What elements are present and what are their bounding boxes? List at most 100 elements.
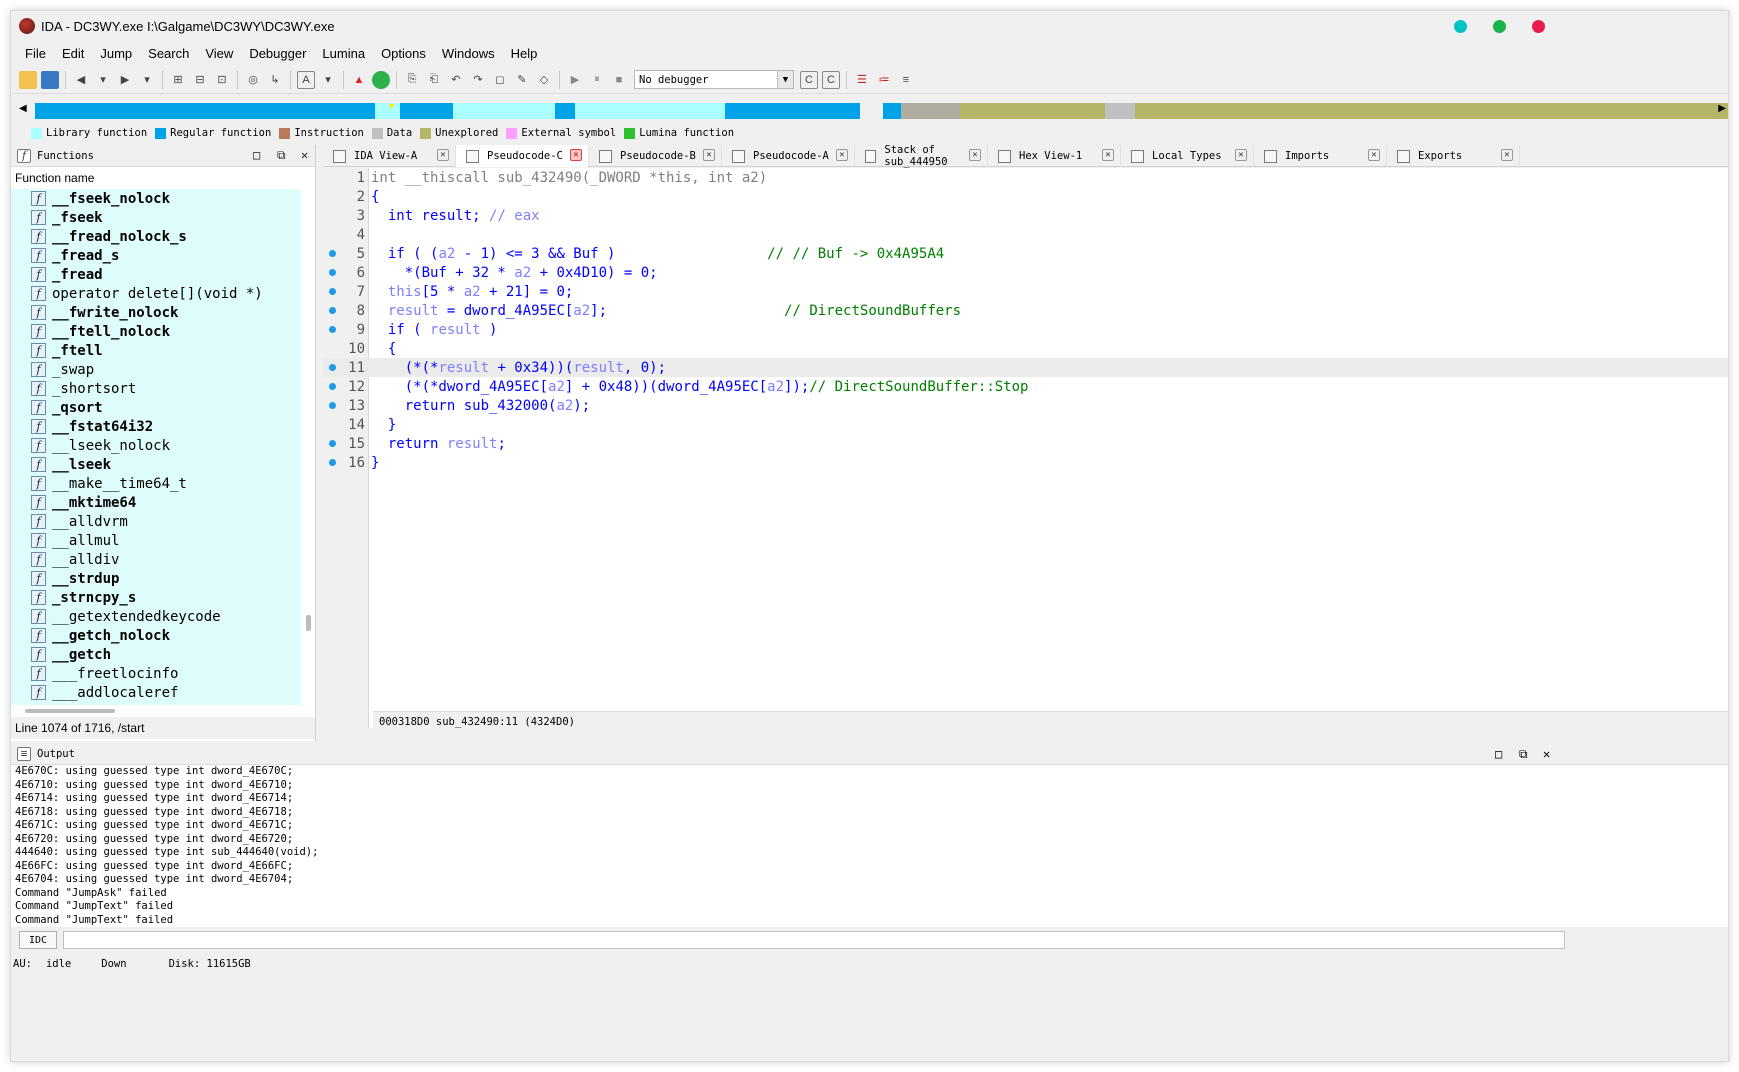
code-line[interactable]: 10 { (323, 339, 1728, 358)
function-list-item[interactable]: f __alldiv (11, 550, 301, 569)
back-arrow-icon[interactable]: ◀ (72, 71, 90, 89)
menu-lumina[interactable]: Lumina (314, 46, 373, 61)
tab-pseudocode-a[interactable]: Pseudocode-A ✕ (722, 145, 855, 167)
function-list-item[interactable]: f __fread_nolock_s (11, 227, 301, 246)
code-line[interactable]: 5 if ( (a2 - 1) <= 3 && Buf ) // // Buf … (323, 244, 1728, 263)
line-marker-dot[interactable] (329, 307, 336, 314)
code-line[interactable]: 15 return result; (323, 434, 1728, 453)
function-list-item[interactable]: f __strdup (11, 569, 301, 588)
line-marker-dot[interactable] (329, 402, 336, 409)
function-list-item[interactable]: f __alldvrm (11, 512, 301, 531)
nav-segment[interactable] (883, 103, 901, 119)
close-panel-icon[interactable]: ✕ (301, 148, 308, 162)
tab-close-icon[interactable]: ✕ (969, 149, 981, 161)
code-line[interactable]: 12 (*(*dword_4A95EC[a2] + 0x48))(dword_4… (323, 377, 1728, 396)
line-marker-dot[interactable] (329, 326, 336, 333)
stop-icon[interactable]: ■ (610, 71, 628, 89)
redo-icon[interactable]: ↷ (469, 71, 487, 89)
function-list-item[interactable]: f ___freetlocinfo (11, 664, 301, 683)
code-line[interactable]: 16} (323, 453, 1728, 472)
copy-icon[interactable]: ⎘ (403, 71, 421, 89)
menu-debugger[interactable]: Debugger (241, 46, 314, 61)
function-list-item[interactable]: f operator delete[](void *) (11, 284, 301, 303)
navigation-bar[interactable] (35, 103, 1728, 119)
code-line[interactable]: 3 int result; // eax (323, 206, 1728, 225)
tab-close-icon[interactable]: ✕ (570, 149, 582, 161)
nav-segment[interactable] (400, 103, 453, 119)
forward-arrow-icon[interactable]: ▶ (116, 71, 134, 89)
close-button[interactable] (1532, 20, 1545, 33)
function-list-hscrollbar[interactable] (25, 709, 115, 713)
navigation-band[interactable]: ◀ ▼ ▶ (11, 95, 1728, 125)
function-list-item[interactable]: f __make__time64_t (11, 474, 301, 493)
function-list-item[interactable]: f _strncpy_s (11, 588, 301, 607)
function-list-item[interactable]: f _fread_s (11, 246, 301, 265)
function-list-scrollbar[interactable] (306, 615, 311, 631)
menu-edit[interactable]: Edit (54, 46, 92, 61)
nav-segment[interactable] (1135, 103, 1728, 119)
maximize-panel-icon[interactable]: □ (1495, 747, 1502, 761)
tab-close-icon[interactable]: ✕ (1102, 149, 1114, 161)
tab-imports[interactable]: Imports ✕ (1254, 145, 1387, 167)
maximize-button[interactable] (1493, 20, 1506, 33)
menu-search[interactable]: Search (140, 46, 197, 61)
code-line[interactable]: 7 this[5 * a2 + 21] = 0; (323, 282, 1728, 301)
function-list-item[interactable]: f _fread (11, 265, 301, 284)
code-line[interactable]: 13 return sub_432000(a2); (323, 396, 1728, 415)
nav-right-arrow-icon[interactable]: ▶ (1718, 103, 1726, 114)
nav-segment[interactable] (901, 103, 960, 119)
code-line[interactable]: 9 if ( result ) (323, 320, 1728, 339)
tab-pseudocode-b[interactable]: Pseudocode-B ✕ (589, 145, 722, 167)
close-panel-icon[interactable]: ✕ (1543, 747, 1550, 761)
tab-close-icon[interactable]: ✕ (703, 149, 715, 161)
list-tree-icon[interactable]: ≡ (897, 71, 915, 89)
code-line[interactable]: 4 (323, 225, 1728, 244)
run-green-icon[interactable] (372, 70, 390, 89)
function-list-item[interactable]: f _shortsort (11, 379, 301, 398)
float-panel-icon[interactable]: ⧉ (277, 148, 286, 163)
code-line[interactable]: 8 result = dword_4A95EC[a2]; // DirectSo… (323, 301, 1728, 320)
idc-language-button[interactable]: IDC (19, 931, 57, 949)
list-breakpoints-icon[interactable]: ≔ (875, 71, 893, 89)
nav-segment[interactable] (735, 103, 860, 119)
menu-options[interactable]: Options (373, 46, 434, 61)
code-line[interactable]: 1 int __thiscall sub_432490(_DWORD *this,… (323, 168, 1728, 187)
function-list-item[interactable]: f __fstat64i32 (11, 417, 301, 436)
menu-jump[interactable]: Jump (92, 46, 140, 61)
tab-local-types[interactable]: Local Types ✕ (1121, 145, 1254, 167)
function-list-item[interactable]: f _qsort (11, 398, 301, 417)
code-line[interactable]: 14 } (323, 415, 1728, 434)
diamond-icon[interactable]: ◇ (535, 71, 553, 89)
text-view-icon[interactable]: ⊟ (191, 71, 209, 89)
menu-windows[interactable]: Windows (434, 46, 503, 61)
nav-segment[interactable] (860, 103, 883, 119)
nav-segment[interactable] (35, 103, 375, 119)
save-icon[interactable] (41, 70, 59, 89)
code-line[interactable]: 6 *(Buf + 32 * a2 + 0x4D10) = 0; (323, 263, 1728, 282)
tab-pseudocode-c[interactable]: Pseudocode-C ✕ (456, 145, 589, 167)
nav-segment[interactable] (453, 103, 555, 119)
text-search-icon[interactable]: A (297, 70, 315, 89)
open-folder-icon[interactable] (19, 70, 37, 89)
undo-icon[interactable]: ↶ (447, 71, 465, 89)
function-list-item[interactable]: f _ftell (11, 341, 301, 360)
tab-close-icon[interactable]: ✕ (1368, 149, 1380, 161)
function-list-item[interactable]: f __fwrite_nolock (11, 303, 301, 322)
tab-close-icon[interactable]: ✕ (1501, 149, 1513, 161)
line-marker-dot[interactable] (329, 383, 336, 390)
tab-ida-view-a[interactable]: IDA View-A ✕ (323, 145, 456, 167)
debugger-select[interactable]: No debugger ▼ (634, 70, 794, 89)
function-list-item[interactable]: f __ftell_nolock (11, 322, 301, 341)
function-list[interactable]: f __fseek_nolock f _fseek f __fread_nolock_s f… (11, 189, 301, 705)
code-line[interactable]: 2{ (323, 187, 1728, 206)
tab-stack-of-sub-444950[interactable]: Stack of sub_444950 ✕ (855, 144, 988, 168)
maximize-panel-icon[interactable]: □ (253, 148, 260, 162)
tab-exports[interactable]: Exports ✕ (1387, 145, 1520, 167)
nav-segment[interactable] (575, 103, 590, 119)
proximity-view-icon[interactable]: ⊡ (213, 71, 231, 89)
nav-left-arrow-icon[interactable]: ◀ (19, 103, 27, 114)
minimize-button[interactable] (1454, 20, 1467, 33)
line-marker-dot[interactable] (329, 459, 336, 466)
c-source-icon[interactable]: C (800, 70, 818, 89)
output-log[interactable]: 4E670C: using guessed type int dword_4E6… (11, 765, 1728, 925)
